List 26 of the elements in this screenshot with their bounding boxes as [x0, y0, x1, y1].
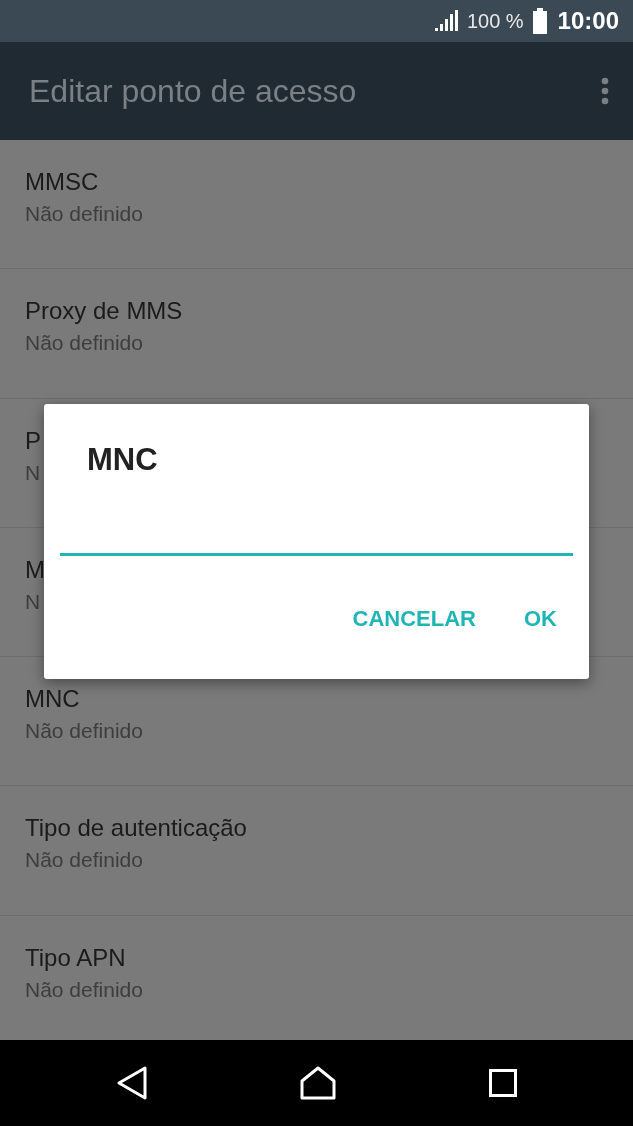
- dialog-button[interactable]: CANCELAR: [336, 598, 492, 640]
- signal-icon: [432, 9, 459, 33]
- setting-summary: N: [25, 589, 41, 614]
- setting-title[interactable]: M: [25, 555, 45, 584]
- screen-title: Editar ponto de acesso: [29, 72, 357, 110]
- setting-title[interactable]: MMSC: [25, 168, 99, 196]
- dialog-title: MNC: [87, 442, 158, 478]
- setting-summary: Não definido: [25, 977, 143, 1002]
- battery-icon: [531, 8, 548, 34]
- home-icon[interactable]: [300, 1066, 337, 1100]
- recents-icon[interactable]: [488, 1069, 517, 1097]
- setting-title[interactable]: Tipo APN: [25, 943, 126, 972]
- dialog-button[interactable]: OK: [508, 598, 573, 640]
- battery-percent: 100 %: [466, 9, 524, 33]
- setting-summary: Não definido: [25, 848, 143, 873]
- overflow-menu-icon[interactable]: [601, 77, 609, 105]
- setting-title[interactable]: Proxy de MMS: [25, 297, 183, 326]
- setting-summary: Não definido: [25, 202, 143, 226]
- setting-summary: Não definido: [25, 719, 143, 744]
- clock: 10:00: [557, 7, 619, 35]
- back-icon[interactable]: [116, 1066, 149, 1100]
- setting-title[interactable]: MNC: [25, 685, 80, 714]
- setting-title[interactable]: Tipo de autenticação: [25, 814, 247, 843]
- setting-summary: Não definido: [25, 331, 143, 356]
- setting-title[interactable]: P: [25, 426, 41, 455]
- setting-summary: N: [25, 460, 41, 485]
